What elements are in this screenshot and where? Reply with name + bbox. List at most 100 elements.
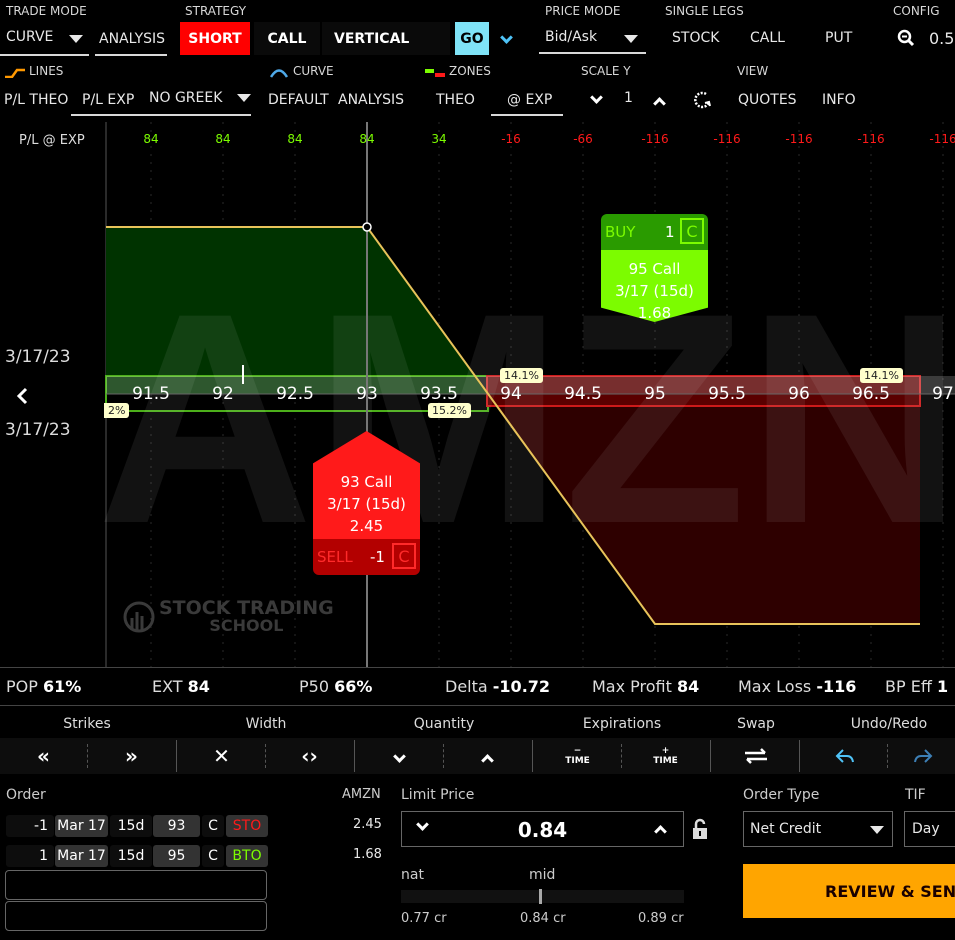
single-leg-put-button[interactable]: PUT	[825, 30, 852, 46]
narrow-icon: ✕	[213, 744, 230, 768]
order-type-value: Net Credit	[750, 821, 822, 837]
reset-scale-icon[interactable]	[692, 90, 712, 114]
divider	[0, 667, 955, 668]
nat-label: nat	[401, 867, 424, 883]
sell-leg-marker[interactable]: 93 Call 3/17 (15d) 2.45 SELL -1 C	[313, 431, 420, 575]
pl-value: 84	[215, 132, 231, 146]
go-button[interactable]: GO	[455, 22, 489, 55]
order-type-select[interactable]: Net Credit	[743, 811, 893, 847]
buy-leg-contract: 95 Call	[628, 260, 681, 278]
tif-select[interactable]: Day	[904, 811, 955, 847]
prev-expiry-chevron-icon[interactable]	[14, 386, 30, 410]
divider	[532, 740, 533, 772]
lines-label: LINES	[29, 64, 64, 78]
chevron-up-icon	[481, 753, 494, 767]
short-button[interactable]: SHORT	[180, 22, 250, 55]
strike-tick-label[interactable]: 93	[356, 384, 378, 404]
zones-exp-toggle[interactable]: @ EXP	[491, 84, 563, 116]
order-leg-strike[interactable]: 93	[153, 815, 200, 837]
buy-leg-action: BUY	[605, 223, 636, 241]
strikes-down-button[interactable]: «	[0, 740, 87, 772]
expirations-label: Expirations	[582, 716, 662, 732]
sell-leg-type: C	[392, 543, 416, 569]
order-leg-expiry[interactable]: Mar 17	[55, 815, 108, 837]
strike-tick-label[interactable]: 96	[788, 384, 810, 404]
pl-theo-toggle[interactable]: P/L THEO	[4, 92, 68, 108]
buy-leg-marker[interactable]: BUY 1 C 95 Call 3/17 (15d) 1.68	[601, 214, 708, 322]
strike-tick-label[interactable]: 95.5	[708, 384, 746, 404]
redo-button[interactable]	[890, 740, 955, 772]
strike-tick-label[interactable]: 93.5	[420, 384, 458, 404]
limit-price-value: 0.84	[517, 818, 568, 842]
width-narrow-button[interactable]: ✕	[178, 740, 265, 772]
order-leg-type[interactable]: C	[202, 845, 224, 867]
view-label: VIEW	[737, 64, 769, 78]
zones-theo-toggle[interactable]: THEO	[436, 92, 475, 108]
tif-value: Day	[912, 821, 940, 837]
pl-value: 84	[359, 132, 375, 146]
divider	[0, 705, 955, 706]
pl-chart[interactable]: AMZN P/L @ EXP 84 84 84 84 34 -16 -66 -116 -116 -…	[0, 122, 955, 667]
pl-row-label: P/L @ EXP	[19, 133, 85, 148]
curve-default-toggle[interactable]: DEFAULT	[268, 92, 329, 108]
strike-tick-label[interactable]: 95	[644, 384, 666, 404]
strike-tick-label[interactable]: 92	[212, 384, 234, 404]
strike-tick-label[interactable]: 94.5	[564, 384, 602, 404]
order-leg-dte[interactable]: 15d	[110, 845, 152, 867]
expiration-plus-button[interactable]: + TIME	[622, 740, 709, 772]
order-leg-strike[interactable]: 95	[153, 845, 200, 867]
price-slider-handle[interactable]	[539, 889, 542, 904]
view-quotes-toggle[interactable]: QUOTES	[738, 92, 797, 108]
strike-tick-label[interactable]: 92.5	[276, 384, 314, 404]
vertical-strategy-button[interactable]: VERTICAL	[322, 22, 450, 55]
call-strategy-button[interactable]: CALL	[254, 22, 320, 55]
empty-leg-slot[interactable]	[5, 901, 267, 931]
strikes-up-button[interactable]: »	[88, 740, 175, 772]
far-price: 0.89 cr	[638, 911, 684, 926]
stock-trading-school-logo: STOCK TRADING SCHOOL	[122, 599, 334, 634]
stat-bp-eff: BP Eff 1	[885, 677, 949, 696]
expiration-minus-button[interactable]: − TIME	[534, 740, 621, 772]
swap-button[interactable]	[712, 740, 799, 772]
strike-tick-label[interactable]: 97	[932, 384, 954, 404]
single-legs-label: SINGLE LEGS	[665, 4, 744, 18]
view-info-toggle[interactable]: INFO	[822, 92, 856, 108]
order-leg-dte[interactable]: 15d	[110, 815, 152, 837]
curve-analysis-toggle[interactable]: ANALYSIS	[338, 92, 404, 108]
trade-mode-select[interactable]: CURVE	[0, 24, 89, 56]
undo-button[interactable]	[801, 740, 888, 772]
greek-value: NO GREEK	[149, 90, 223, 106]
zoom-out-icon[interactable]	[897, 29, 915, 51]
strike-tick-label[interactable]: 96.5	[852, 384, 890, 404]
strike-tick-label[interactable]: 91.5	[132, 384, 170, 404]
config-label: CONFIG	[893, 4, 940, 18]
quantity-down-button[interactable]	[356, 740, 443, 772]
scale-down-button[interactable]	[590, 90, 603, 106]
tif-label: TIF	[905, 787, 926, 803]
strike-tick-label[interactable]: 94	[500, 384, 522, 404]
greek-select[interactable]: NO GREEK	[149, 90, 251, 106]
order-leg-action[interactable]: STO	[226, 815, 268, 837]
buy-leg-expiry: 3/17 (15d)	[615, 282, 694, 300]
analysis-tab[interactable]: ANALYSIS	[95, 24, 167, 56]
review-send-button[interactable]: REVIEW & SEND	[743, 864, 955, 918]
strategy-dropdown-chevron-icon[interactable]	[500, 30, 513, 46]
scale-up-button[interactable]	[653, 96, 666, 112]
quantity-up-button[interactable]	[444, 740, 531, 772]
order-leg-action[interactable]: BTO	[226, 845, 268, 867]
order-leg-qty[interactable]: -1	[6, 815, 54, 837]
caret-down-icon	[624, 35, 638, 43]
order-leg-expiry[interactable]: Mar 17	[55, 845, 108, 867]
single-leg-call-button[interactable]: CALL	[750, 30, 785, 46]
lock-icon[interactable]	[692, 818, 708, 844]
price-mode-select[interactable]: Bid/Ask	[539, 22, 646, 54]
curve-icon	[269, 66, 289, 82]
order-leg-type[interactable]: C	[202, 815, 224, 837]
empty-leg-slot[interactable]	[5, 870, 267, 900]
order-leg-qty[interactable]: 1	[6, 845, 54, 867]
zones-label: ZONES	[449, 64, 491, 78]
limit-price-input[interactable]: 0.84	[401, 811, 684, 847]
price-slider-track[interactable]	[401, 890, 684, 903]
single-leg-stock-button[interactable]: STOCK	[672, 30, 719, 46]
width-widen-button[interactable]: ‹›	[266, 740, 353, 772]
